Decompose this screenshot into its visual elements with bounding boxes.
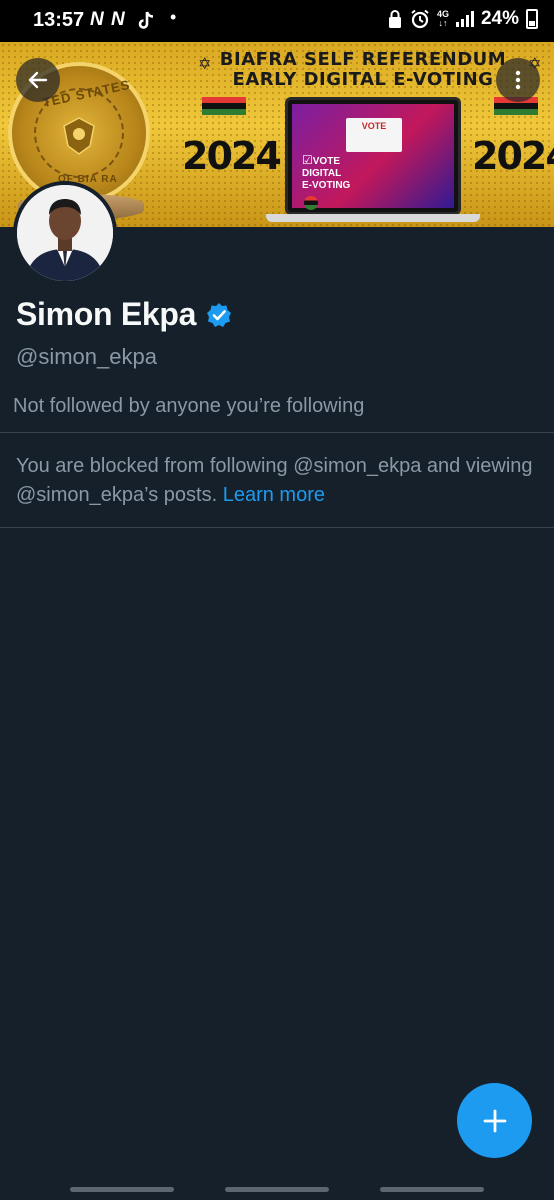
tiktok-icon: [138, 11, 154, 29]
blocked-notice: You are blocked from following @simon_ek…: [16, 452, 536, 510]
profile-handle: @simon_ekpa: [16, 344, 157, 369]
laptop-screen: VOTE ☑VOTE DIGITAL E-VOTING: [292, 104, 454, 210]
flag-circle-icon: [304, 196, 318, 210]
profile-avatar[interactable]: [13, 181, 117, 285]
divider: [0, 432, 554, 433]
more-options-button[interactable]: [496, 58, 540, 102]
nav-gesture-bar[interactable]: [225, 1187, 329, 1192]
status-time: 13:57: [33, 9, 85, 31]
laptop-base: [266, 214, 480, 222]
signal-icon: [455, 11, 474, 27]
vote-box: VOTE: [346, 118, 402, 152]
banner-year-right: 2024: [472, 134, 554, 178]
status-bar: 13:57 N N • 4G ↓↑ 24%: [0, 0, 554, 42]
laptop-image: VOTE ☑VOTE DIGITAL E-VOTING: [285, 97, 461, 215]
coat-of-arms-icon: [63, 117, 95, 155]
profile-name: Simon Ekpa: [16, 296, 197, 332]
lock-icon: [388, 10, 401, 28]
status-right: 4G ↓↑ 24%: [387, 8, 538, 30]
avatar-photo: [17, 185, 113, 281]
banner-title-line1: BIAFRA SELF REFERENDUM: [219, 49, 507, 70]
compose-button[interactable]: [457, 1083, 532, 1158]
arrow-left-icon: [28, 71, 48, 89]
checkmark-icon: ☑: [302, 153, 313, 167]
alarm-icon: [411, 9, 429, 29]
followed-by-text: Not followed by anyone you’re following: [13, 395, 365, 417]
plus-icon: [483, 1109, 506, 1132]
nav-gesture-bar[interactable]: [70, 1187, 174, 1192]
nav-gesture-bar[interactable]: [380, 1187, 484, 1192]
notification-dot-icon: •: [170, 7, 177, 27]
back-button[interactable]: [16, 58, 60, 102]
profile-name-row: Simon Ekpa: [16, 296, 232, 333]
battery-icon: [526, 9, 538, 29]
more-vertical-icon: [515, 70, 521, 90]
person-portrait-icon: [17, 185, 113, 281]
battery-percent: 24%: [480, 8, 519, 29]
verified-badge-icon[interactable]: [206, 302, 232, 328]
banner-title-line2: EARLY DIGITAL E-VOTING: [232, 69, 494, 90]
banner-title: BIAFRA SELF REFERENDUM EARLY DIGITAL E-V…: [196, 50, 530, 90]
biafra-flag-icon: [202, 97, 246, 115]
learn-more-link[interactable]: Learn more: [223, 484, 325, 506]
banner-year-left: 2024: [182, 134, 282, 178]
network-type: 4G ↓↑: [436, 9, 449, 28]
divider: [0, 527, 554, 528]
laptop-label: ☑VOTE DIGITAL E-VOTING: [302, 153, 351, 191]
notification-icons: N N: [90, 9, 126, 30]
